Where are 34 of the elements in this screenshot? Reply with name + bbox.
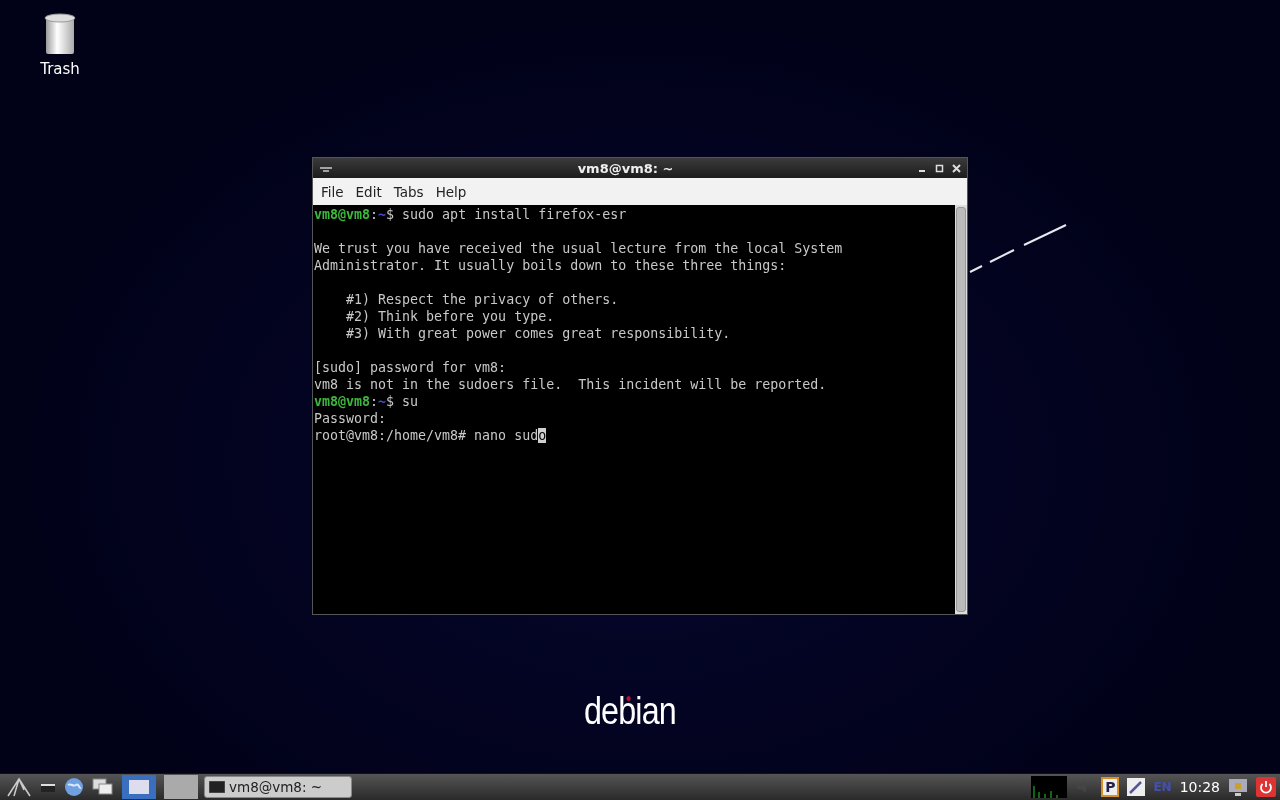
trash-icon[interactable]	[44, 12, 76, 56]
terminal-line: Administrator. It usually boils down to these three things:	[314, 257, 788, 274]
terminal-line: vm8@vm8:~$ su	[314, 393, 420, 410]
globe-icon[interactable]	[64, 777, 84, 797]
menu-item[interactable]: Help	[429, 183, 473, 200]
terminal-line: #2) Think before you type.	[345, 308, 556, 325]
terminal-line: Password:	[314, 410, 388, 427]
lock-screen-icon[interactable]	[1228, 777, 1248, 797]
pen-icon[interactable]	[1127, 778, 1146, 796]
terminal-line: #1) Respect the privacy of others.	[345, 291, 620, 308]
terminal-line: vm8@vm8:~$ sudo apt install firefox-esr	[314, 206, 628, 223]
terminal-line: We trust you have received the usual lecture from the local System	[314, 240, 844, 257]
windows-icon[interactable]	[92, 778, 114, 796]
clipboard-icon[interactable]: P	[1101, 777, 1120, 797]
start-menu-icon[interactable]	[6, 776, 32, 798]
menu-item[interactable]: Tabs	[387, 183, 430, 200]
terminal-line: vm8 is not in the sudoers file. This incident will be reported.	[314, 376, 828, 393]
power-icon[interactable]	[1256, 777, 1276, 797]
terminal-icon	[209, 781, 225, 793]
folder-icon[interactable]	[40, 781, 56, 793]
cpu-graph	[1031, 776, 1068, 798]
terminal-line: [sudo] password for vm8:	[314, 359, 508, 376]
maximize-button[interactable]	[935, 163, 944, 173]
clock[interactable]: 10:28	[1179, 779, 1220, 795]
desktop-icon-label[interactable]: Trash	[40, 60, 80, 78]
debian-logo: debian	[584, 690, 676, 733]
menu-item[interactable]: Edit	[349, 183, 388, 200]
terminal-line: #3) With great power comes great responsibility.	[345, 325, 732, 342]
workspace-button[interactable]	[122, 775, 156, 799]
close-button[interactable]	[952, 163, 961, 173]
menu-item[interactable]: File	[315, 183, 350, 200]
taskbar-button[interactable]: vm8@vm8: ~	[204, 776, 352, 798]
terminal-line: root@vm8:/home/vm8# nano sudo	[314, 427, 548, 444]
window-title: vm8@vm8: ~	[576, 160, 675, 176]
